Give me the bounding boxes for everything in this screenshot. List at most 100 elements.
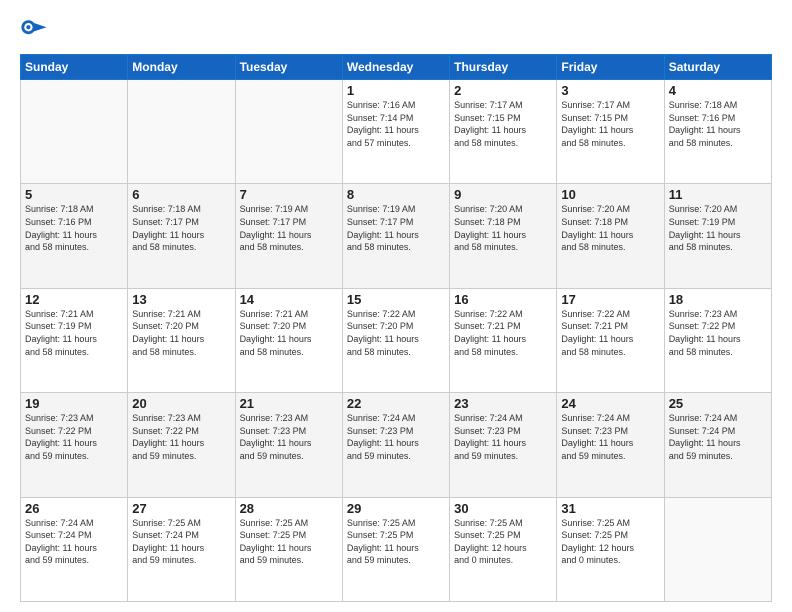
day-number: 21 — [240, 396, 338, 411]
weekday-header-saturday: Saturday — [664, 55, 771, 80]
calendar-cell: 15Sunrise: 7:22 AM Sunset: 7:20 PM Dayli… — [342, 288, 449, 392]
day-info: Sunrise: 7:25 AM Sunset: 7:24 PM Dayligh… — [132, 517, 230, 567]
day-info: Sunrise: 7:20 AM Sunset: 7:19 PM Dayligh… — [669, 203, 767, 253]
calendar-cell — [21, 80, 128, 184]
calendar-cell: 12Sunrise: 7:21 AM Sunset: 7:19 PM Dayli… — [21, 288, 128, 392]
day-number: 13 — [132, 292, 230, 307]
weekday-header-thursday: Thursday — [450, 55, 557, 80]
day-number: 5 — [25, 187, 123, 202]
day-info: Sunrise: 7:23 AM Sunset: 7:22 PM Dayligh… — [132, 412, 230, 462]
day-number: 24 — [561, 396, 659, 411]
calendar-cell: 4Sunrise: 7:18 AM Sunset: 7:16 PM Daylig… — [664, 80, 771, 184]
day-info: Sunrise: 7:20 AM Sunset: 7:18 PM Dayligh… — [454, 203, 552, 253]
calendar-cell: 20Sunrise: 7:23 AM Sunset: 7:22 PM Dayli… — [128, 393, 235, 497]
calendar-cell: 5Sunrise: 7:18 AM Sunset: 7:16 PM Daylig… — [21, 184, 128, 288]
day-number: 16 — [454, 292, 552, 307]
day-number: 29 — [347, 501, 445, 516]
day-number: 15 — [347, 292, 445, 307]
day-number: 23 — [454, 396, 552, 411]
day-info: Sunrise: 7:21 AM Sunset: 7:20 PM Dayligh… — [240, 308, 338, 358]
day-number: 26 — [25, 501, 123, 516]
day-info: Sunrise: 7:23 AM Sunset: 7:22 PM Dayligh… — [25, 412, 123, 462]
day-number: 17 — [561, 292, 659, 307]
calendar-week-row: 26Sunrise: 7:24 AM Sunset: 7:24 PM Dayli… — [21, 497, 772, 601]
day-number: 28 — [240, 501, 338, 516]
calendar-cell: 17Sunrise: 7:22 AM Sunset: 7:21 PM Dayli… — [557, 288, 664, 392]
calendar-cell: 1Sunrise: 7:16 AM Sunset: 7:14 PM Daylig… — [342, 80, 449, 184]
day-number: 18 — [669, 292, 767, 307]
weekday-header-wednesday: Wednesday — [342, 55, 449, 80]
day-info: Sunrise: 7:21 AM Sunset: 7:20 PM Dayligh… — [132, 308, 230, 358]
day-info: Sunrise: 7:19 AM Sunset: 7:17 PM Dayligh… — [347, 203, 445, 253]
day-number: 14 — [240, 292, 338, 307]
calendar-cell: 11Sunrise: 7:20 AM Sunset: 7:19 PM Dayli… — [664, 184, 771, 288]
calendar-week-row: 1Sunrise: 7:16 AM Sunset: 7:14 PM Daylig… — [21, 80, 772, 184]
day-info: Sunrise: 7:22 AM Sunset: 7:21 PM Dayligh… — [561, 308, 659, 358]
calendar-cell — [235, 80, 342, 184]
day-info: Sunrise: 7:25 AM Sunset: 7:25 PM Dayligh… — [347, 517, 445, 567]
day-number: 25 — [669, 396, 767, 411]
day-info: Sunrise: 7:18 AM Sunset: 7:17 PM Dayligh… — [132, 203, 230, 253]
day-info: Sunrise: 7:24 AM Sunset: 7:23 PM Dayligh… — [454, 412, 552, 462]
day-info: Sunrise: 7:24 AM Sunset: 7:23 PM Dayligh… — [561, 412, 659, 462]
day-number: 6 — [132, 187, 230, 202]
calendar-cell: 22Sunrise: 7:24 AM Sunset: 7:23 PM Dayli… — [342, 393, 449, 497]
weekday-header-row: SundayMondayTuesdayWednesdayThursdayFrid… — [21, 55, 772, 80]
day-number: 3 — [561, 83, 659, 98]
day-number: 2 — [454, 83, 552, 98]
day-info: Sunrise: 7:18 AM Sunset: 7:16 PM Dayligh… — [669, 99, 767, 149]
header — [20, 16, 772, 44]
calendar-cell: 23Sunrise: 7:24 AM Sunset: 7:23 PM Dayli… — [450, 393, 557, 497]
weekday-header-friday: Friday — [557, 55, 664, 80]
day-number: 8 — [347, 187, 445, 202]
day-info: Sunrise: 7:25 AM Sunset: 7:25 PM Dayligh… — [454, 517, 552, 567]
calendar-table: SundayMondayTuesdayWednesdayThursdayFrid… — [20, 54, 772, 602]
calendar-cell: 29Sunrise: 7:25 AM Sunset: 7:25 PM Dayli… — [342, 497, 449, 601]
calendar-cell: 16Sunrise: 7:22 AM Sunset: 7:21 PM Dayli… — [450, 288, 557, 392]
calendar-cell: 21Sunrise: 7:23 AM Sunset: 7:23 PM Dayli… — [235, 393, 342, 497]
day-info: Sunrise: 7:19 AM Sunset: 7:17 PM Dayligh… — [240, 203, 338, 253]
day-number: 1 — [347, 83, 445, 98]
calendar-cell: 24Sunrise: 7:24 AM Sunset: 7:23 PM Dayli… — [557, 393, 664, 497]
weekday-header-monday: Monday — [128, 55, 235, 80]
calendar-cell: 3Sunrise: 7:17 AM Sunset: 7:15 PM Daylig… — [557, 80, 664, 184]
calendar-cell — [664, 497, 771, 601]
calendar-cell: 6Sunrise: 7:18 AM Sunset: 7:17 PM Daylig… — [128, 184, 235, 288]
day-number: 22 — [347, 396, 445, 411]
logo-icon — [20, 16, 48, 44]
day-number: 9 — [454, 187, 552, 202]
calendar-cell: 25Sunrise: 7:24 AM Sunset: 7:24 PM Dayli… — [664, 393, 771, 497]
day-info: Sunrise: 7:18 AM Sunset: 7:16 PM Dayligh… — [25, 203, 123, 253]
day-info: Sunrise: 7:25 AM Sunset: 7:25 PM Dayligh… — [240, 517, 338, 567]
calendar-cell: 26Sunrise: 7:24 AM Sunset: 7:24 PM Dayli… — [21, 497, 128, 601]
calendar-cell: 19Sunrise: 7:23 AM Sunset: 7:22 PM Dayli… — [21, 393, 128, 497]
page: SundayMondayTuesdayWednesdayThursdayFrid… — [0, 0, 792, 612]
calendar-cell: 13Sunrise: 7:21 AM Sunset: 7:20 PM Dayli… — [128, 288, 235, 392]
day-number: 20 — [132, 396, 230, 411]
day-number: 10 — [561, 187, 659, 202]
weekday-header-tuesday: Tuesday — [235, 55, 342, 80]
calendar-cell: 30Sunrise: 7:25 AM Sunset: 7:25 PM Dayli… — [450, 497, 557, 601]
calendar-cell: 2Sunrise: 7:17 AM Sunset: 7:15 PM Daylig… — [450, 80, 557, 184]
calendar-cell: 28Sunrise: 7:25 AM Sunset: 7:25 PM Dayli… — [235, 497, 342, 601]
weekday-header-sunday: Sunday — [21, 55, 128, 80]
day-number: 27 — [132, 501, 230, 516]
calendar-cell: 31Sunrise: 7:25 AM Sunset: 7:25 PM Dayli… — [557, 497, 664, 601]
day-info: Sunrise: 7:22 AM Sunset: 7:21 PM Dayligh… — [454, 308, 552, 358]
day-info: Sunrise: 7:17 AM Sunset: 7:15 PM Dayligh… — [454, 99, 552, 149]
calendar-cell: 27Sunrise: 7:25 AM Sunset: 7:24 PM Dayli… — [128, 497, 235, 601]
calendar-week-row: 12Sunrise: 7:21 AM Sunset: 7:19 PM Dayli… — [21, 288, 772, 392]
day-number: 11 — [669, 187, 767, 202]
calendar-cell: 7Sunrise: 7:19 AM Sunset: 7:17 PM Daylig… — [235, 184, 342, 288]
day-info: Sunrise: 7:16 AM Sunset: 7:14 PM Dayligh… — [347, 99, 445, 149]
day-info: Sunrise: 7:20 AM Sunset: 7:18 PM Dayligh… — [561, 203, 659, 253]
day-number: 31 — [561, 501, 659, 516]
day-info: Sunrise: 7:23 AM Sunset: 7:22 PM Dayligh… — [669, 308, 767, 358]
day-info: Sunrise: 7:22 AM Sunset: 7:20 PM Dayligh… — [347, 308, 445, 358]
logo — [20, 16, 52, 44]
day-number: 4 — [669, 83, 767, 98]
day-number: 30 — [454, 501, 552, 516]
calendar-week-row: 19Sunrise: 7:23 AM Sunset: 7:22 PM Dayli… — [21, 393, 772, 497]
calendar-cell: 9Sunrise: 7:20 AM Sunset: 7:18 PM Daylig… — [450, 184, 557, 288]
day-info: Sunrise: 7:17 AM Sunset: 7:15 PM Dayligh… — [561, 99, 659, 149]
